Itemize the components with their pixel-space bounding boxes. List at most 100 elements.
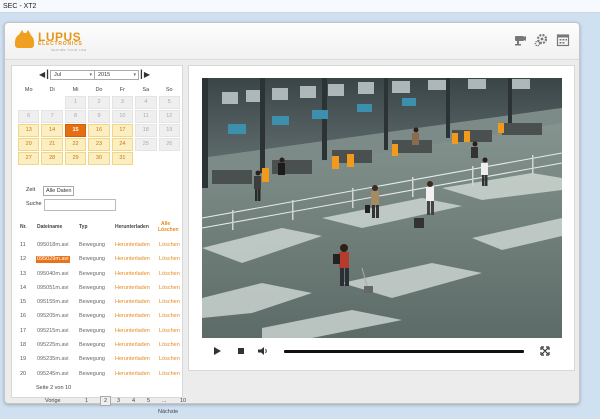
prev-page-link[interactable]: Vorige [45, 397, 61, 405]
weekday-header: Di [49, 86, 55, 93]
delete-link[interactable]: Löschen [159, 313, 180, 320]
delete-link[interactable]: Löschen [159, 271, 180, 278]
delete-link[interactable]: Löschen [159, 256, 180, 263]
row-type: Bewegung [79, 313, 105, 320]
row-filename[interactable]: 095245m.avi [37, 371, 69, 378]
page-link[interactable]: 4 [132, 397, 135, 405]
row-number: 12 [20, 256, 27, 263]
delete-all-link-line2[interactable]: Löschen [158, 227, 179, 233]
calendar-day[interactable]: 22 [64, 138, 87, 151]
weekday-header: Sa [142, 86, 150, 93]
row-filename[interactable]: 095205m.avi [37, 313, 69, 320]
calendar-day[interactable]: 15 [64, 124, 87, 137]
column-nr: Nr. [20, 224, 27, 230]
download-link[interactable]: Herunterladen [115, 371, 150, 378]
table-row[interactable]: 18 095225m.avi Bewegung Herunterladen Lösche… [12, 339, 182, 353]
page-link[interactable]: 2 [100, 396, 112, 406]
table-row[interactable]: 14 095051m.avi Bewegung Herunterladen Lösche… [12, 282, 182, 296]
row-filename[interactable]: 095235m.avi [37, 356, 69, 363]
page-link[interactable]: 1 [85, 397, 88, 405]
calendar-day[interactable]: 28 [41, 152, 63, 165]
player-controls [202, 345, 562, 359]
row-filename[interactable]: 095029m.avi [36, 256, 70, 264]
calendar-icon[interactable] [556, 33, 570, 47]
calendar-day: 1 [64, 96, 87, 109]
table-row[interactable]: 19 095235m.avi Bewegung Herunterladen Lösche… [12, 353, 182, 367]
column-type: Typ [79, 224, 88, 230]
calendar-day[interactable]: 17 [111, 124, 134, 137]
calendar-day[interactable]: 13 [18, 124, 40, 137]
download-link[interactable]: Herunterladen [115, 242, 150, 249]
calendar-day[interactable]: 31 [111, 152, 134, 165]
calendar-day[interactable]: 30 [88, 152, 110, 165]
download-link[interactable]: Herunterladen [115, 342, 150, 349]
calendar-day[interactable]: 16 [88, 124, 110, 137]
delete-link[interactable]: Löschen [159, 328, 180, 335]
recordings-list: 11 095018m.avi Bewegung Herunterladen Lösche… [12, 239, 182, 382]
download-link[interactable]: Herunterladen [115, 285, 150, 292]
calendar-day [41, 96, 62, 109]
month-select[interactable]: Jul ▾ [50, 70, 95, 80]
table-row[interactable]: 13 095040m.avi Bewegung Herunterladen Lösche… [12, 268, 182, 282]
delete-link[interactable]: Löschen [159, 242, 180, 249]
delete-link[interactable]: Löschen [159, 299, 180, 306]
delete-link[interactable]: Löschen [159, 356, 180, 363]
row-filename[interactable]: 095040m.avi [37, 271, 69, 278]
month-value: Jul [54, 72, 62, 78]
row-filename[interactable]: 095155m.avi [37, 299, 69, 306]
download-link[interactable]: Herunterladen [115, 356, 150, 363]
stop-icon[interactable] [236, 346, 246, 356]
table-row[interactable]: 11 095018m.avi Bewegung Herunterladen Lösche… [12, 239, 182, 253]
table-row[interactable]: 16 095205m.avi Bewegung Herunterladen Lösche… [12, 310, 182, 324]
time-filter-button[interactable]: Alle Daten [43, 186, 75, 196]
year-select[interactable]: 2015 ▾ [94, 70, 139, 80]
calendar-day[interactable]: 21 [41, 138, 63, 151]
delete-link[interactable]: Löschen [159, 342, 180, 349]
page-link[interactable]: 3 [117, 397, 120, 405]
next-month-icon[interactable]: ┃▶ [139, 70, 150, 79]
play-icon[interactable] [212, 346, 222, 356]
calendar-day: 4 [135, 96, 157, 109]
calendar-day[interactable]: 24 [111, 138, 134, 151]
calendar-day[interactable]: 14 [41, 124, 63, 137]
page-link[interactable]: 10 [180, 397, 186, 405]
calendar-day[interactable]: 20 [18, 138, 40, 151]
prev-month-icon[interactable]: ◀┃ [39, 70, 50, 79]
download-link[interactable]: Herunterladen [115, 256, 150, 263]
progress-bar[interactable] [284, 350, 524, 353]
search-label: Suche [26, 201, 42, 207]
calendar-day: 5 [158, 96, 180, 109]
gear-icon[interactable] [534, 33, 548, 47]
row-filename[interactable]: 095051m.avi [37, 285, 69, 292]
video-frame[interactable] [202, 78, 562, 338]
row-filename[interactable]: 095215m.avi [37, 328, 69, 335]
next-page-link[interactable]: Nächste [158, 409, 178, 415]
delete-link[interactable]: Löschen [159, 285, 180, 292]
camera-icon[interactable] [513, 33, 527, 47]
table-row[interactable]: 20 095245m.avi Bewegung Herunterladen Lösche… [12, 368, 182, 382]
table-row[interactable]: 15 095155m.avi Bewegung Herunterladen Lösche… [12, 296, 182, 310]
calendar-day[interactable]: 29 [64, 152, 87, 165]
row-filename[interactable]: 095018m.avi [37, 242, 69, 249]
fullscreen-icon[interactable] [540, 346, 550, 356]
table-row[interactable]: 12 095029m.avi Bewegung Herunterladen Lösche… [12, 253, 182, 267]
delete-link[interactable]: Löschen [159, 371, 180, 378]
download-link[interactable]: Herunterladen [115, 271, 150, 278]
download-link[interactable]: Herunterladen [115, 328, 150, 335]
weekday-header: Mi [72, 86, 79, 93]
download-link[interactable]: Herunterladen [115, 313, 150, 320]
row-filename[interactable]: 095225m.avi [37, 342, 69, 349]
column-download: Herunterladen [115, 224, 149, 230]
logo-tagline: SECURE YOUR LIFE [51, 48, 87, 52]
lupus-logo: LUPUS ELECTRONICS SECURE YOUR LIFE [15, 30, 105, 53]
calendar-day: 25 [135, 138, 157, 151]
table-row[interactable]: 17 095215m.avi Bewegung Herunterladen Lösche… [12, 325, 182, 339]
search-input[interactable] [44, 199, 116, 211]
row-type: Bewegung [79, 356, 105, 363]
download-link[interactable]: Herunterladen [115, 299, 150, 306]
calendar-day: 19 [158, 124, 180, 137]
calendar-day[interactable]: 27 [18, 152, 40, 165]
page-link[interactable]: 5 [147, 397, 150, 405]
volume-icon[interactable] [257, 346, 269, 356]
calendar-day[interactable]: 23 [88, 138, 110, 151]
